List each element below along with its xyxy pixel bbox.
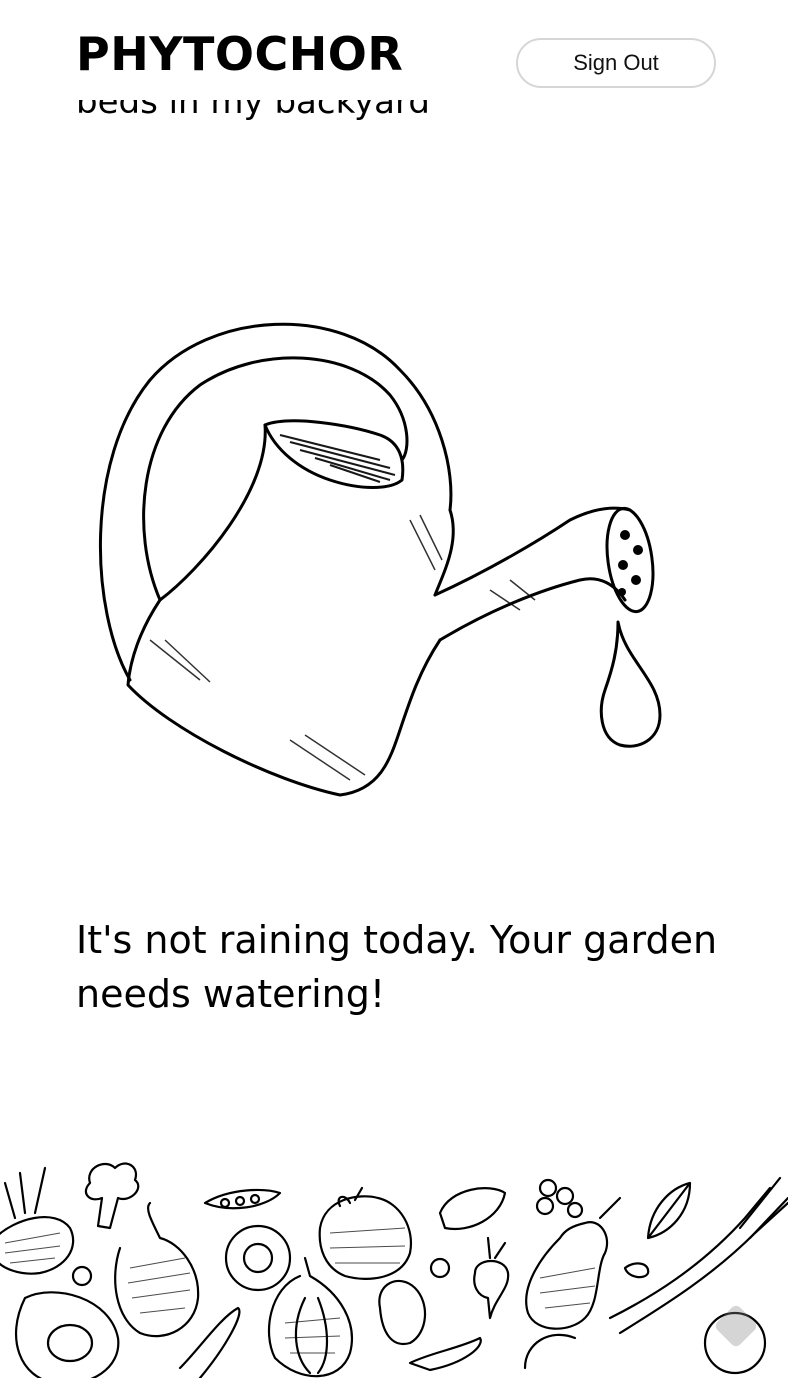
- vegetables-pattern: [0, 1162, 788, 1378]
- brand-logo-text[interactable]: PHYTOCHOR: [76, 26, 403, 82]
- scroll-to-top-icon[interactable]: [712, 1302, 760, 1350]
- watering-can-icon: [98, 322, 662, 797]
- site-header: PHYTOCHOR Sign Out: [0, 0, 788, 100]
- sign-out-button[interactable]: Sign Out: [516, 38, 716, 88]
- watering-message: It's not raining today. Your garden need…: [76, 918, 718, 1016]
